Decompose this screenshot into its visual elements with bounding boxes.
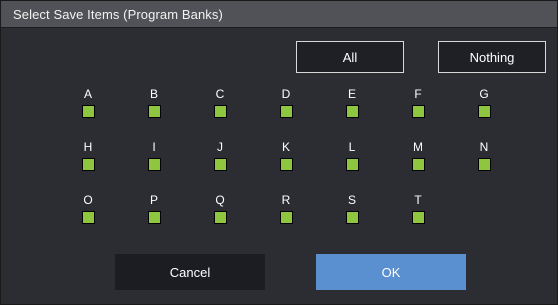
bank-a-checkbox[interactable] bbox=[82, 105, 95, 118]
bank-o-item[interactable]: O bbox=[73, 193, 103, 229]
bank-o-label: O bbox=[83, 193, 93, 207]
bank-q-checkbox[interactable] bbox=[214, 211, 227, 224]
bank-s-checkbox[interactable] bbox=[346, 211, 359, 224]
bank-k-item[interactable]: K bbox=[271, 140, 301, 176]
bank-t-checkbox[interactable] bbox=[412, 211, 425, 224]
bank-l-item[interactable]: L bbox=[337, 140, 367, 176]
bank-e-checkbox[interactable] bbox=[346, 105, 359, 118]
bank-i-label: I bbox=[152, 140, 156, 154]
bank-f-item[interactable]: F bbox=[403, 87, 433, 123]
bank-a-label: A bbox=[83, 87, 92, 101]
bank-f-label: F bbox=[414, 87, 422, 101]
bank-b-checkbox[interactable] bbox=[148, 105, 161, 118]
bank-t-item[interactable]: T bbox=[403, 193, 433, 229]
bank-g-label: G bbox=[479, 87, 489, 101]
bank-f-checkbox[interactable] bbox=[412, 105, 425, 118]
bank-k-label: K bbox=[281, 140, 290, 154]
bank-t-label: T bbox=[414, 193, 422, 207]
bank-d-label: D bbox=[281, 87, 291, 101]
bank-m-checkbox[interactable] bbox=[412, 158, 425, 171]
bank-n-label: N bbox=[479, 140, 489, 154]
bank-s-label: S bbox=[347, 193, 356, 207]
bank-p-checkbox[interactable] bbox=[148, 211, 161, 224]
bank-c-checkbox[interactable] bbox=[214, 105, 227, 118]
bank-c-item[interactable]: C bbox=[205, 87, 235, 123]
bank-r-item[interactable]: R bbox=[271, 193, 301, 229]
dialog-title: Select Save Items (Program Banks) bbox=[13, 7, 223, 22]
bank-o-checkbox[interactable] bbox=[82, 211, 95, 224]
bank-j-checkbox[interactable] bbox=[214, 158, 227, 171]
bank-j-label: J bbox=[217, 140, 223, 154]
bank-c-label: C bbox=[215, 87, 225, 101]
bank-i-checkbox[interactable] bbox=[148, 158, 161, 171]
bank-b-item[interactable]: B bbox=[139, 87, 169, 123]
bank-h-label: H bbox=[83, 140, 93, 154]
bank-p-label: P bbox=[149, 193, 158, 207]
bank-e-label: E bbox=[347, 87, 356, 101]
bank-b-label: B bbox=[149, 87, 158, 101]
bank-d-checkbox[interactable] bbox=[280, 105, 293, 118]
bank-k-checkbox[interactable] bbox=[280, 158, 293, 171]
bank-a-item[interactable]: A bbox=[73, 87, 103, 123]
bank-q-item[interactable]: Q bbox=[205, 193, 235, 229]
bank-g-item[interactable]: G bbox=[469, 87, 499, 123]
bank-g-checkbox[interactable] bbox=[478, 105, 491, 118]
bank-n-checkbox[interactable] bbox=[478, 158, 491, 171]
bank-q-label: Q bbox=[215, 193, 225, 207]
bank-m-item[interactable]: M bbox=[403, 140, 433, 176]
bank-s-item[interactable]: S bbox=[337, 193, 367, 229]
bank-n-item[interactable]: N bbox=[469, 140, 499, 176]
ok-button[interactable]: OK bbox=[316, 254, 466, 290]
bank-m-label: M bbox=[413, 140, 423, 154]
save-items-dialog: Select Save Items (Program Banks) All No… bbox=[0, 0, 558, 305]
bank-p-item[interactable]: P bbox=[139, 193, 169, 229]
nothing-button[interactable]: Nothing bbox=[438, 41, 546, 73]
bank-l-checkbox[interactable] bbox=[346, 158, 359, 171]
cancel-button[interactable]: Cancel bbox=[115, 254, 265, 290]
bank-h-checkbox[interactable] bbox=[82, 158, 95, 171]
title-bar: Select Save Items (Program Banks) bbox=[1, 1, 557, 28]
bank-i-item[interactable]: I bbox=[139, 140, 169, 176]
bank-l-label: L bbox=[348, 140, 356, 154]
bank-e-item[interactable]: E bbox=[337, 87, 367, 123]
bank-j-item[interactable]: J bbox=[205, 140, 235, 176]
bank-h-item[interactable]: H bbox=[73, 140, 103, 176]
bank-r-label: R bbox=[281, 193, 291, 207]
all-button[interactable]: All bbox=[296, 41, 404, 73]
bank-r-checkbox[interactable] bbox=[280, 211, 293, 224]
bank-d-item[interactable]: D bbox=[271, 87, 301, 123]
